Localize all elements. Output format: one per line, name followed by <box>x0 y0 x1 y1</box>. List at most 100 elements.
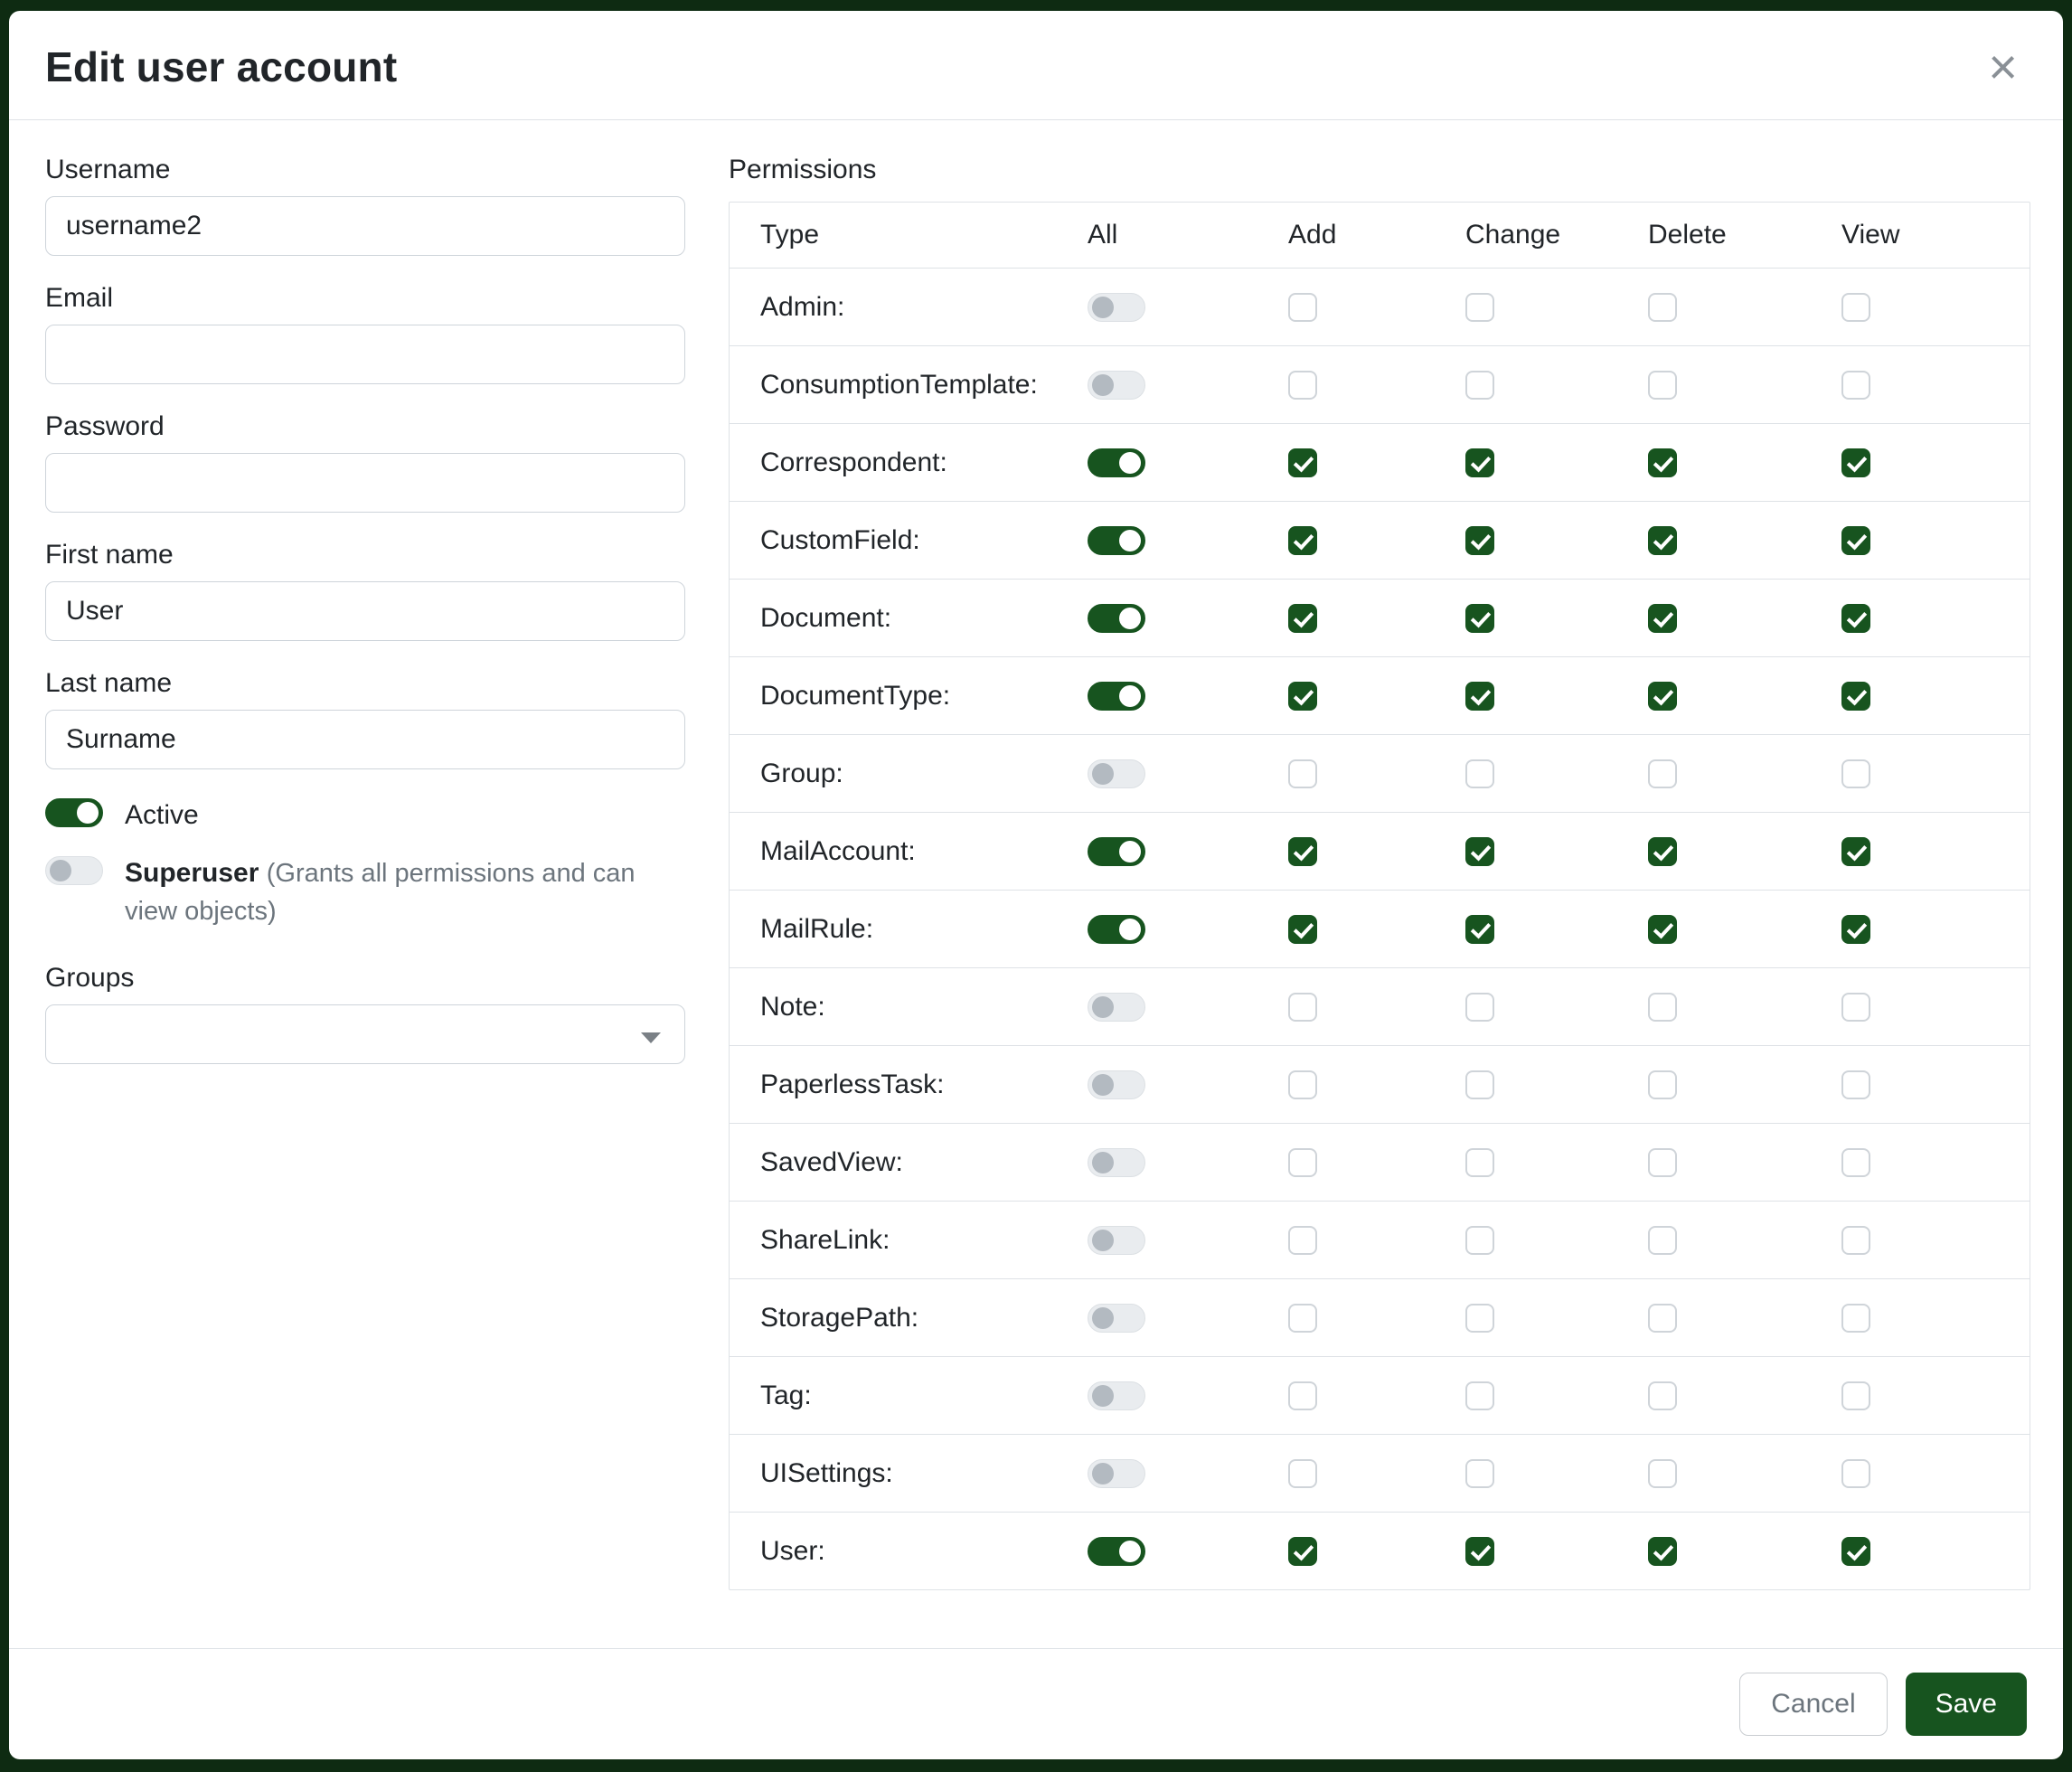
permission-delete-checkbox[interactable] <box>1648 915 1677 944</box>
permission-delete-checkbox[interactable] <box>1648 1070 1677 1099</box>
permission-change-checkbox[interactable] <box>1465 1304 1494 1333</box>
active-toggle[interactable] <box>45 798 103 827</box>
permission-delete-checkbox[interactable] <box>1648 1304 1677 1333</box>
permission-delete-checkbox[interactable] <box>1648 1148 1677 1177</box>
permission-all-toggle[interactable] <box>1088 837 1145 866</box>
email-group: Email <box>45 283 685 384</box>
permission-change-checkbox[interactable] <box>1465 1537 1494 1566</box>
permission-view-checkbox[interactable] <box>1841 1148 1870 1177</box>
permission-view-checkbox[interactable] <box>1841 604 1870 633</box>
permission-delete-checkbox[interactable] <box>1648 759 1677 788</box>
permission-view-checkbox[interactable] <box>1841 1070 1870 1099</box>
permission-delete-checkbox[interactable] <box>1648 682 1677 711</box>
permission-view-checkbox[interactable] <box>1841 993 1870 1022</box>
permission-add-checkbox[interactable] <box>1288 915 1317 944</box>
cancel-button[interactable]: Cancel <box>1739 1673 1887 1736</box>
permission-change-checkbox[interactable] <box>1465 293 1494 322</box>
permission-add-checkbox[interactable] <box>1288 1381 1317 1410</box>
permission-add-checkbox[interactable] <box>1288 371 1317 400</box>
username-input[interactable] <box>45 196 685 256</box>
permission-view-checkbox[interactable] <box>1841 293 1870 322</box>
permission-all-toggle[interactable] <box>1088 759 1145 788</box>
permission-delete-checkbox[interactable] <box>1648 1459 1677 1488</box>
permission-change-checkbox[interactable] <box>1465 837 1494 866</box>
permission-delete-checkbox[interactable] <box>1648 448 1677 477</box>
permission-change-checkbox[interactable] <box>1465 1226 1494 1255</box>
permission-change-checkbox[interactable] <box>1465 604 1494 633</box>
permission-add-checkbox[interactable] <box>1288 293 1317 322</box>
permission-change-checkbox[interactable] <box>1465 759 1494 788</box>
groups-label: Groups <box>45 963 685 994</box>
permission-change-checkbox[interactable] <box>1465 526 1494 555</box>
permission-all-toggle[interactable] <box>1088 1304 1145 1333</box>
permission-view-checkbox[interactable] <box>1841 682 1870 711</box>
permission-change-checkbox[interactable] <box>1465 371 1494 400</box>
close-button[interactable]: × <box>1983 42 2023 92</box>
permission-change-checkbox[interactable] <box>1465 1148 1494 1177</box>
permission-delete-checkbox[interactable] <box>1648 1537 1677 1566</box>
permission-add-checkbox[interactable] <box>1288 837 1317 866</box>
permission-delete-checkbox[interactable] <box>1648 371 1677 400</box>
permission-change-checkbox[interactable] <box>1465 1070 1494 1099</box>
permission-view-checkbox[interactable] <box>1841 526 1870 555</box>
permission-all-toggle[interactable] <box>1088 1537 1145 1566</box>
permission-change-checkbox[interactable] <box>1465 682 1494 711</box>
permission-change-checkbox[interactable] <box>1465 1459 1494 1488</box>
permission-all-toggle[interactable] <box>1088 448 1145 477</box>
permission-all-toggle[interactable] <box>1088 682 1145 711</box>
permission-delete-checkbox[interactable] <box>1648 604 1677 633</box>
permission-add-checkbox[interactable] <box>1288 1070 1317 1099</box>
permission-all-toggle[interactable] <box>1088 1459 1145 1488</box>
permission-add-checkbox[interactable] <box>1288 526 1317 555</box>
permission-all-toggle[interactable] <box>1088 604 1145 633</box>
first-name-input[interactable] <box>45 581 685 641</box>
permission-add-checkbox[interactable] <box>1288 993 1317 1022</box>
permission-add-checkbox[interactable] <box>1288 759 1317 788</box>
permission-all-toggle[interactable] <box>1088 1226 1145 1255</box>
permission-view-checkbox[interactable] <box>1841 1459 1870 1488</box>
permission-view-checkbox[interactable] <box>1841 915 1870 944</box>
save-button[interactable]: Save <box>1906 1673 2027 1736</box>
permission-all-toggle[interactable] <box>1088 993 1145 1022</box>
permission-add-checkbox[interactable] <box>1288 1537 1317 1566</box>
permission-delete-checkbox[interactable] <box>1648 993 1677 1022</box>
permission-all-toggle[interactable] <box>1088 371 1145 400</box>
permission-delete-checkbox[interactable] <box>1648 837 1677 866</box>
permission-delete-checkbox[interactable] <box>1648 1381 1677 1410</box>
permission-all-toggle[interactable] <box>1088 915 1145 944</box>
permission-add-checkbox[interactable] <box>1288 682 1317 711</box>
permission-all-toggle[interactable] <box>1088 293 1145 322</box>
permission-view-checkbox[interactable] <box>1841 448 1870 477</box>
permission-add-checkbox[interactable] <box>1288 448 1317 477</box>
permission-add-checkbox[interactable] <box>1288 1226 1317 1255</box>
permission-view-checkbox[interactable] <box>1841 1226 1870 1255</box>
permission-all-toggle[interactable] <box>1088 526 1145 555</box>
permission-delete-checkbox[interactable] <box>1648 526 1677 555</box>
permission-view-checkbox[interactable] <box>1841 1304 1870 1333</box>
email-input[interactable] <box>45 325 685 384</box>
permission-view-checkbox[interactable] <box>1841 371 1870 400</box>
permission-change-checkbox[interactable] <box>1465 1381 1494 1410</box>
permission-delete-checkbox[interactable] <box>1648 293 1677 322</box>
permission-delete-checkbox[interactable] <box>1648 1226 1677 1255</box>
permission-change-checkbox[interactable] <box>1465 993 1494 1022</box>
groups-select[interactable] <box>45 1004 685 1064</box>
last-name-input[interactable] <box>45 710 685 769</box>
superuser-toggle[interactable] <box>45 856 103 885</box>
permission-add-checkbox[interactable] <box>1288 1148 1317 1177</box>
permission-view-checkbox[interactable] <box>1841 837 1870 866</box>
permission-change-checkbox[interactable] <box>1465 448 1494 477</box>
last-name-label: Last name <box>45 668 685 699</box>
permission-add-checkbox[interactable] <box>1288 1459 1317 1488</box>
permission-view-checkbox[interactable] <box>1841 1381 1870 1410</box>
permission-change-checkbox[interactable] <box>1465 915 1494 944</box>
permission-row: StoragePath: <box>730 1278 2030 1356</box>
password-input[interactable] <box>45 453 685 513</box>
permission-view-checkbox[interactable] <box>1841 1537 1870 1566</box>
permission-add-checkbox[interactable] <box>1288 1304 1317 1333</box>
permission-view-checkbox[interactable] <box>1841 759 1870 788</box>
permission-add-checkbox[interactable] <box>1288 604 1317 633</box>
permission-all-toggle[interactable] <box>1088 1381 1145 1410</box>
permission-all-toggle[interactable] <box>1088 1070 1145 1099</box>
permission-all-toggle[interactable] <box>1088 1148 1145 1177</box>
